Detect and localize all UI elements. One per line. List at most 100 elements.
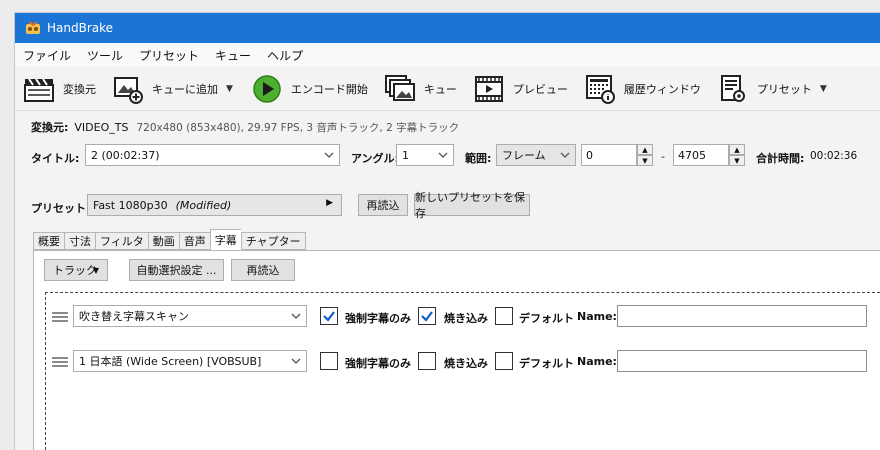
tracks-button[interactable]: トラック ▼: [44, 259, 108, 281]
subtitles-panel: トラック ▼ 自動選択設定 ... 再読込 吹き替え字幕スキャン 強制字幕のみ: [33, 250, 880, 450]
name-label: Name:: [577, 310, 617, 323]
range-mode-dropdown[interactable]: フレーム: [496, 144, 576, 166]
preset-value: Fast 1080p30: [93, 198, 168, 212]
presets-button[interactable]: プリセット ▼: [713, 69, 841, 109]
main-content: 変換元: VIDEO_TS 720x480 (853x480), 29.97 F…: [15, 111, 880, 450]
reload-subtitles-button[interactable]: 再読込: [231, 259, 295, 281]
angle-value: 1: [402, 148, 409, 162]
default-label: デフォルト: [519, 357, 574, 370]
menu-help[interactable]: ヘルプ: [265, 45, 305, 66]
play-icon: [253, 74, 281, 103]
chevron-down-icon: [560, 152, 570, 158]
drag-handle-icon[interactable]: [52, 357, 68, 368]
subtitle-track-list: 吹き替え字幕スキャン 強制字幕のみ 焼き込み デフォルト Name: 1 日本語…: [45, 292, 880, 450]
queue-label: キュー: [423, 82, 457, 96]
angle-dropdown[interactable]: 1: [396, 144, 454, 166]
menu-tools[interactable]: ツール: [85, 45, 125, 66]
chevron-down-icon: [291, 313, 301, 319]
preview-label: プレビュー: [512, 82, 568, 96]
preset-settings-icon: [720, 74, 745, 102]
drag-handle-icon[interactable]: [52, 312, 68, 323]
tab-chapters[interactable]: チャプター: [240, 232, 306, 250]
subtitle-name-input[interactable]: [617, 305, 867, 327]
default-checkbox[interactable]: [495, 352, 513, 370]
default-label: デフォルト: [519, 312, 574, 325]
chevron-down-icon[interactable]: ▼: [226, 84, 233, 94]
menu-presets[interactable]: プリセット: [137, 45, 201, 66]
tab-subtitles[interactable]: 字幕: [209, 229, 241, 250]
subtitle-track-value: 1 日本語 (Wide Screen) [VOBSUB]: [79, 355, 262, 368]
range-end-input[interactable]: 4705: [673, 144, 729, 166]
add-image-icon: [114, 76, 143, 104]
range-end-stepper[interactable]: ▲ ▼: [729, 144, 745, 166]
chevron-right-icon: ▶: [326, 198, 333, 208]
queue-button[interactable]: キュー: [380, 69, 469, 109]
default-checkbox[interactable]: [495, 307, 513, 325]
chevron-down-icon[interactable]: ▼: [820, 84, 827, 94]
checkmark-icon: [323, 311, 335, 322]
save-new-preset-button[interactable]: 新しいプリセットを保存: [414, 191, 530, 220]
menu-file[interactable]: ファイル: [21, 45, 73, 66]
handbrake-window: HandBrake ファイル ツール プリセット キュー ヘルプ 変換元 キュー…: [14, 12, 880, 450]
chevron-down-icon: ▼: [92, 265, 99, 275]
preset-label: プリセット:: [31, 202, 91, 215]
add-to-queue-label: キューに追加: [152, 82, 218, 96]
burn-in-label: 焼き込み: [444, 357, 488, 370]
stepper-down-icon[interactable]: ▼: [729, 155, 745, 166]
range-mode-value: フレーム: [502, 149, 546, 162]
title-label: タイトル:: [31, 152, 80, 165]
range-start-value: 0: [586, 148, 593, 162]
tracks-button-label: トラック: [53, 264, 97, 277]
forced-only-label: 強制字幕のみ: [345, 357, 411, 370]
angle-label: アングル:: [351, 152, 399, 165]
burn-in-label: 焼き込み: [444, 312, 488, 325]
preset-modified: (Modified): [175, 198, 232, 212]
duration-value: 00:02:36: [810, 150, 858, 162]
name-label: Name:: [577, 355, 617, 368]
source-button[interactable]: 変換元: [15, 69, 108, 109]
preview-button[interactable]: プレビュー: [469, 69, 580, 109]
forced-only-checkbox[interactable]: [320, 352, 338, 370]
menu-queue[interactable]: キュー: [213, 45, 253, 66]
window-title: HandBrake: [47, 21, 114, 35]
reload-preset-button[interactable]: 再読込: [358, 194, 408, 216]
range-end-value: 4705: [678, 148, 706, 162]
tab-video[interactable]: 動画: [147, 232, 179, 250]
title-bar: HandBrake: [15, 13, 880, 43]
activity-log-icon: [585, 74, 615, 104]
source-info-row: 変換元: VIDEO_TS 720x480 (853x480), 29.97 F…: [31, 119, 459, 135]
burn-in-checkbox[interactable]: [418, 352, 436, 370]
queue-icon: [384, 74, 415, 101]
burn-in-checkbox[interactable]: [418, 307, 436, 325]
subtitle-name-input[interactable]: [617, 350, 867, 372]
source-label-text: 変換元:: [31, 121, 69, 134]
title-dropdown[interactable]: 2 (00:02:37): [85, 144, 340, 166]
subtitle-track-dropdown[interactable]: 吹き替え字幕スキャン: [73, 305, 307, 327]
source-details: 720x480 (853x480), 29.97 FPS, 3 音声トラック, …: [136, 121, 460, 134]
add-to-queue-button[interactable]: キューに追加 ▼: [108, 69, 247, 109]
tab-filters[interactable]: フィルタ: [95, 232, 148, 250]
stepper-down-icon[interactable]: ▼: [637, 155, 653, 166]
start-encode-button[interactable]: エンコード開始: [247, 69, 380, 109]
clapperboard-icon: [24, 77, 54, 102]
range-start-input[interactable]: 0: [581, 144, 637, 166]
chevron-down-icon: [324, 152, 334, 158]
subtitle-track-dropdown[interactable]: 1 日本語 (Wide Screen) [VOBSUB]: [73, 350, 307, 372]
film-icon: [474, 75, 503, 102]
stepper-up-icon[interactable]: ▲: [637, 144, 653, 155]
chevron-down-icon: [291, 358, 301, 364]
range-start-stepper[interactable]: ▲ ▼: [637, 144, 653, 166]
forced-only-label: 強制字幕のみ: [345, 312, 411, 325]
source-label: 変換元: [63, 82, 96, 96]
subtitle-track-value: 吹き替え字幕スキャン: [79, 310, 189, 323]
tab-summary[interactable]: 概要: [33, 232, 64, 250]
range-separator: -: [661, 150, 665, 163]
preset-selector[interactable]: Fast 1080p30 (Modified) ▶: [87, 194, 342, 216]
tab-audio[interactable]: 音声: [178, 232, 210, 250]
forced-only-checkbox[interactable]: [320, 307, 338, 325]
tab-dimensions[interactable]: 寸法: [64, 232, 95, 250]
stepper-up-icon[interactable]: ▲: [729, 144, 745, 155]
auto-select-settings-button[interactable]: 自動選択設定 ...: [129, 259, 224, 281]
activity-log-button[interactable]: 履歴ウィンドウ: [580, 69, 713, 109]
menu-bar: ファイル ツール プリセット キュー ヘルプ: [15, 43, 880, 67]
